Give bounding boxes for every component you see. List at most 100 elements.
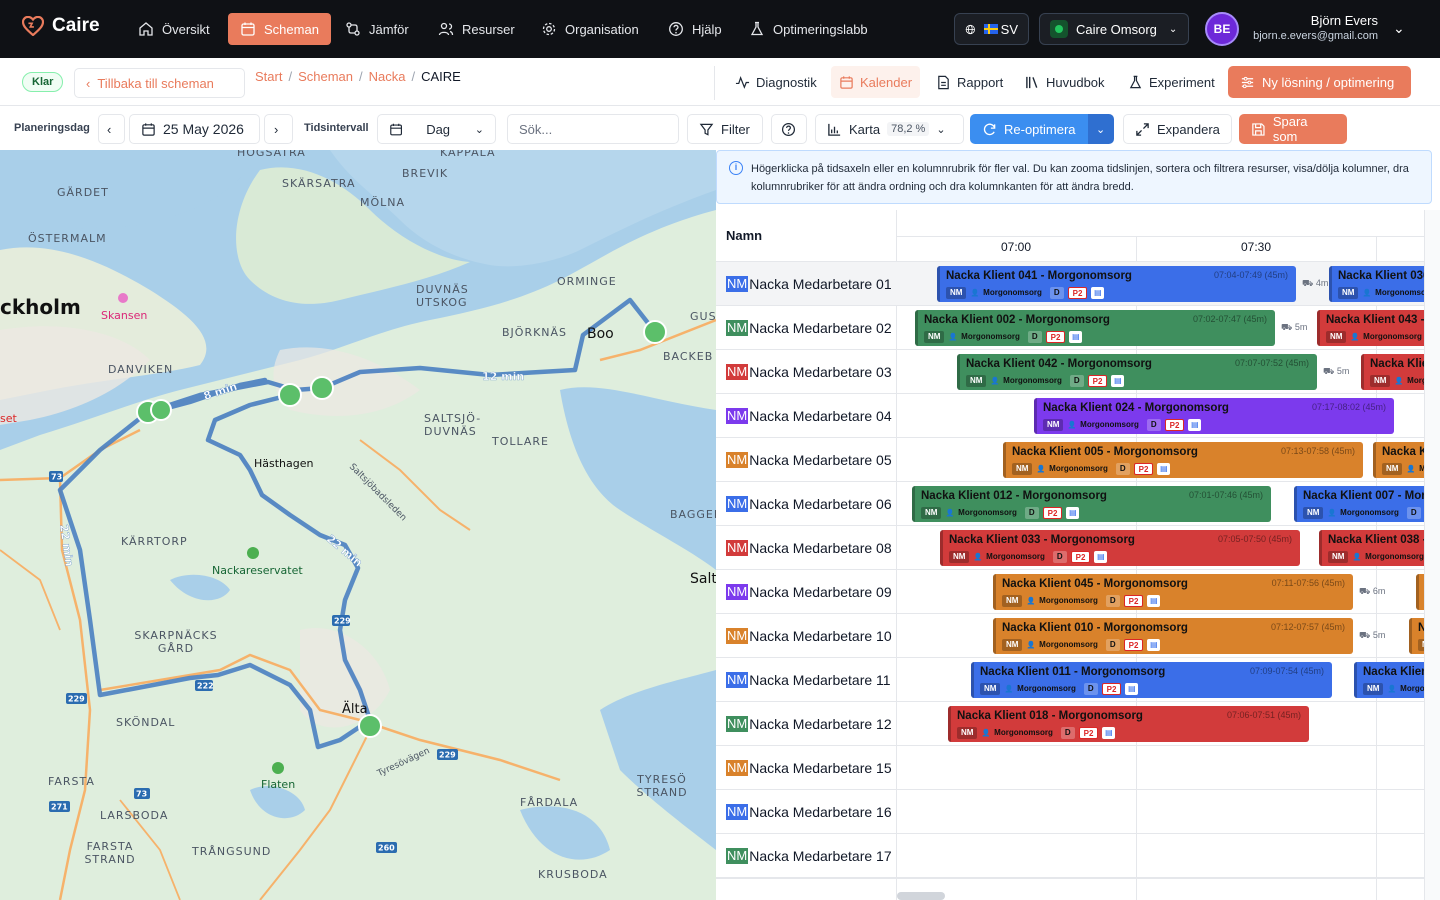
nav-organisation[interactable]: Organisation (531, 13, 649, 45)
resource-name[interactable]: NM Nacka Medarbetare 08 (726, 540, 892, 556)
resource-name[interactable]: NM Nacka Medarbetare 15 (726, 760, 892, 776)
route-map[interactable]: 8 min 12 min 22 min 22 min 73 229 229 22… (0, 150, 716, 900)
visit-block[interactable]: Nacka Klient 041 - Morgonomsorg 07:04-07:… (937, 266, 1296, 302)
visit-block[interactable]: Nacka Klient 005 - Morgonomsorg 07:13-07:… (1003, 442, 1363, 478)
interval-select[interactable]: Dag ⌄ (377, 114, 496, 144)
tab-diagnostik[interactable]: Diagnostik (727, 66, 825, 98)
visit-block[interactable]: Nacka Klient 043 - NM👤 MorgonomsorgDP2▤ (1317, 310, 1440, 346)
resource-row[interactable]: NM Nacka Medarbetare 16 (716, 790, 1424, 834)
visit-block[interactable]: Nacka Klient 033 - Morgonomsorg 07:05-07:… (940, 530, 1300, 566)
breadcrumb-start[interactable]: Start (255, 69, 282, 84)
subheader-divider (714, 66, 715, 100)
resource-name[interactable]: NM Nacka Medarbetare 17 (726, 848, 892, 864)
visit-block[interactable]: Nacka Klient 002 - Morgonomsorg 07:02-07:… (915, 310, 1275, 346)
date-picker[interactable]: 25 May 2026 (129, 114, 260, 144)
visit-block[interactable]: Nacka Klient 038 -NM👤 MorgonomsorgDP2▤ (1319, 530, 1440, 566)
employee-badge: NM (1363, 683, 1384, 695)
person-icon: 👤 (1406, 466, 1416, 473)
person-icon: 👤 (1387, 686, 1397, 693)
visit-block[interactable]: Nacka Klient 042 - Morgonomsorg 07:07-07:… (957, 354, 1317, 390)
resource-name[interactable]: NM Nacka Medarbetare 09 (726, 584, 892, 600)
resource-name[interactable]: NM Nacka Medarbetare 04 (726, 408, 892, 424)
resource-name-label: Nacka Medarbetare 15 (749, 760, 892, 776)
new-solution-button[interactable]: Ny lösning / optimering (1228, 66, 1411, 98)
nav-oversikt[interactable]: Översikt (128, 13, 220, 45)
map-place-label: FÅRDALA (520, 796, 579, 809)
visit-time: 07:02-07:47 (45m) (1192, 314, 1267, 324)
resource-name[interactable]: NM Nacka Medarbetare 10 (726, 628, 892, 644)
user-menu-chevron-icon[interactable]: ⌄ (1393, 20, 1405, 37)
info-text: Högerklicka på tidsaxeln eller en kolumn… (751, 163, 1409, 193)
visit-title: Nacka Klient 018 - Morgonomsorg (957, 710, 1143, 722)
visit-block[interactable]: Nacka Klient 007 - MorNM👤 MorgonomsorgDP… (1294, 486, 1440, 522)
save-as-button[interactable]: Spara som (1239, 114, 1347, 144)
employee-badge: NM (980, 683, 1001, 695)
next-day-button[interactable]: › (264, 114, 293, 144)
employee-badge: NM (1303, 507, 1324, 519)
visit-type-badge: D (1024, 507, 1039, 519)
help-button[interactable] (771, 114, 807, 144)
resource-name[interactable]: NM Nacka Medarbetare 12 (726, 716, 892, 732)
map-toggle-button[interactable]: Karta 78,2 % ⌄ (815, 114, 964, 144)
schedule-timeline[interactable]: i Högerklicka på tidsaxeln eller en kolu… (716, 150, 1440, 900)
previous-day-button[interactable]: ‹ (98, 114, 125, 144)
resource-name[interactable]: NM Nacka Medarbetare 01 (726, 276, 892, 292)
breadcrumb-nacka[interactable]: Nacka (369, 69, 406, 84)
map-place-label: Salt (690, 571, 716, 587)
nav-scheman[interactable]: Scheman (228, 13, 331, 45)
visit-title: Nacka Klient 045 - Morgonomsorg (1002, 578, 1188, 590)
horizontal-scrollbar[interactable] (897, 892, 945, 900)
visit-block[interactable]: Nacka Klient 018 - Morgonomsorg 07:06-07:… (948, 706, 1309, 742)
vertical-scrollbar[interactable] (1424, 210, 1440, 900)
resource-name[interactable]: NM Nacka Medarbetare 06 (726, 496, 892, 512)
map-place-label: LARSBODA (100, 809, 169, 822)
map-place-label: BACKEB (663, 350, 714, 363)
visit-block[interactable]: Nacka Klient 010 - Morgonomsorg 07:12-07:… (993, 618, 1353, 654)
visit-chips: NM👤 Morgonomsorg DP2▤ (980, 683, 1139, 695)
visit-block[interactable]: Nacka Klient 011 - Morgonomsorg 07:09-07:… (971, 662, 1332, 698)
visit-type-badge: D (1027, 331, 1042, 343)
priority-badge: P2 (1067, 287, 1088, 299)
app-logo[interactable]: Caire (22, 15, 100, 37)
resource-name[interactable]: NM Nacka Medarbetare 05 (726, 452, 892, 468)
visit-block[interactable]: Nacka Klient 012 - Morgonomsorg 07:01-07:… (912, 486, 1271, 522)
travel-gap-label: 5m (1294, 322, 1308, 332)
resource-name[interactable]: NM Nacka Medarbetare 03 (726, 364, 892, 380)
reoptimize-options-button[interactable]: ⌄ (1088, 114, 1114, 144)
back-to-schedules-button[interactable]: ‹ Tillbaka till scheman (74, 68, 245, 98)
nav-optimeringslabb[interactable]: Optimeringslabb (739, 13, 878, 45)
visit-block[interactable]: Nacka Klient 045 - Morgonomsorg 07:11-07:… (993, 574, 1353, 610)
tab-rapport[interactable]: Rapport (928, 66, 1011, 98)
map-place-label: DANVIKEN (108, 363, 174, 376)
user-info[interactable]: Björn Evers bjorn.e.evers@gmail.com (1246, 13, 1378, 42)
visit-chips: NM👤 Morgonomsorg DP2▤ (1012, 463, 1171, 475)
visit-chips: NM👤 Morgonomsorg DP2▤ (966, 375, 1125, 387)
resource-row[interactable]: NM Nacka Medarbetare 15 (716, 746, 1424, 790)
visit-block[interactable]: Nacka Klient 024 - Morgonomsorg 07:17-08:… (1034, 398, 1394, 434)
resource-name[interactable]: NM Nacka Medarbetare 16 (726, 804, 892, 820)
heart-logo-icon (22, 16, 44, 36)
travel-gap-label: 5m (1372, 630, 1386, 640)
route-stop-marker (358, 714, 382, 738)
nav-hjalp[interactable]: Hjälp (658, 13, 732, 45)
resource-name[interactable]: NM Nacka Medarbetare 02 (726, 320, 892, 336)
breadcrumb-scheman[interactable]: Scheman (298, 69, 353, 84)
search-input[interactable]: Sök... (507, 114, 679, 144)
tab-huvudbok[interactable]: Huvudbok (1017, 66, 1113, 98)
language-selector[interactable]: SV (954, 13, 1029, 45)
avatar[interactable]: BE (1205, 12, 1239, 46)
name-column-header[interactable]: Namn (726, 228, 762, 243)
filter-button[interactable]: Filter (687, 114, 763, 144)
organization-selector[interactable]: Caire Omsorg ⌄ (1039, 13, 1189, 45)
expand-button[interactable]: Expandera (1123, 114, 1232, 144)
resource-row[interactable]: NM Nacka Medarbetare 17 (716, 834, 1424, 878)
tab-kalender[interactable]: Kalender (831, 66, 921, 98)
tab-experiment[interactable]: Experiment (1120, 66, 1223, 98)
nav-resurser[interactable]: Resurser (428, 13, 525, 45)
org-name: Caire Omsorg (1076, 21, 1157, 37)
visit-chips: NM👤 Morgonomsorg DP2▤ (1002, 595, 1161, 607)
nav-jamfor[interactable]: Jämför (335, 13, 419, 45)
reoptimize-button[interactable]: Re-optimera (970, 114, 1088, 144)
schedule-toolbar: Planeringsdag ‹ 25 May 2026 › Tidsinterv… (0, 106, 1440, 150)
resource-name[interactable]: NM Nacka Medarbetare 11 (726, 672, 891, 688)
